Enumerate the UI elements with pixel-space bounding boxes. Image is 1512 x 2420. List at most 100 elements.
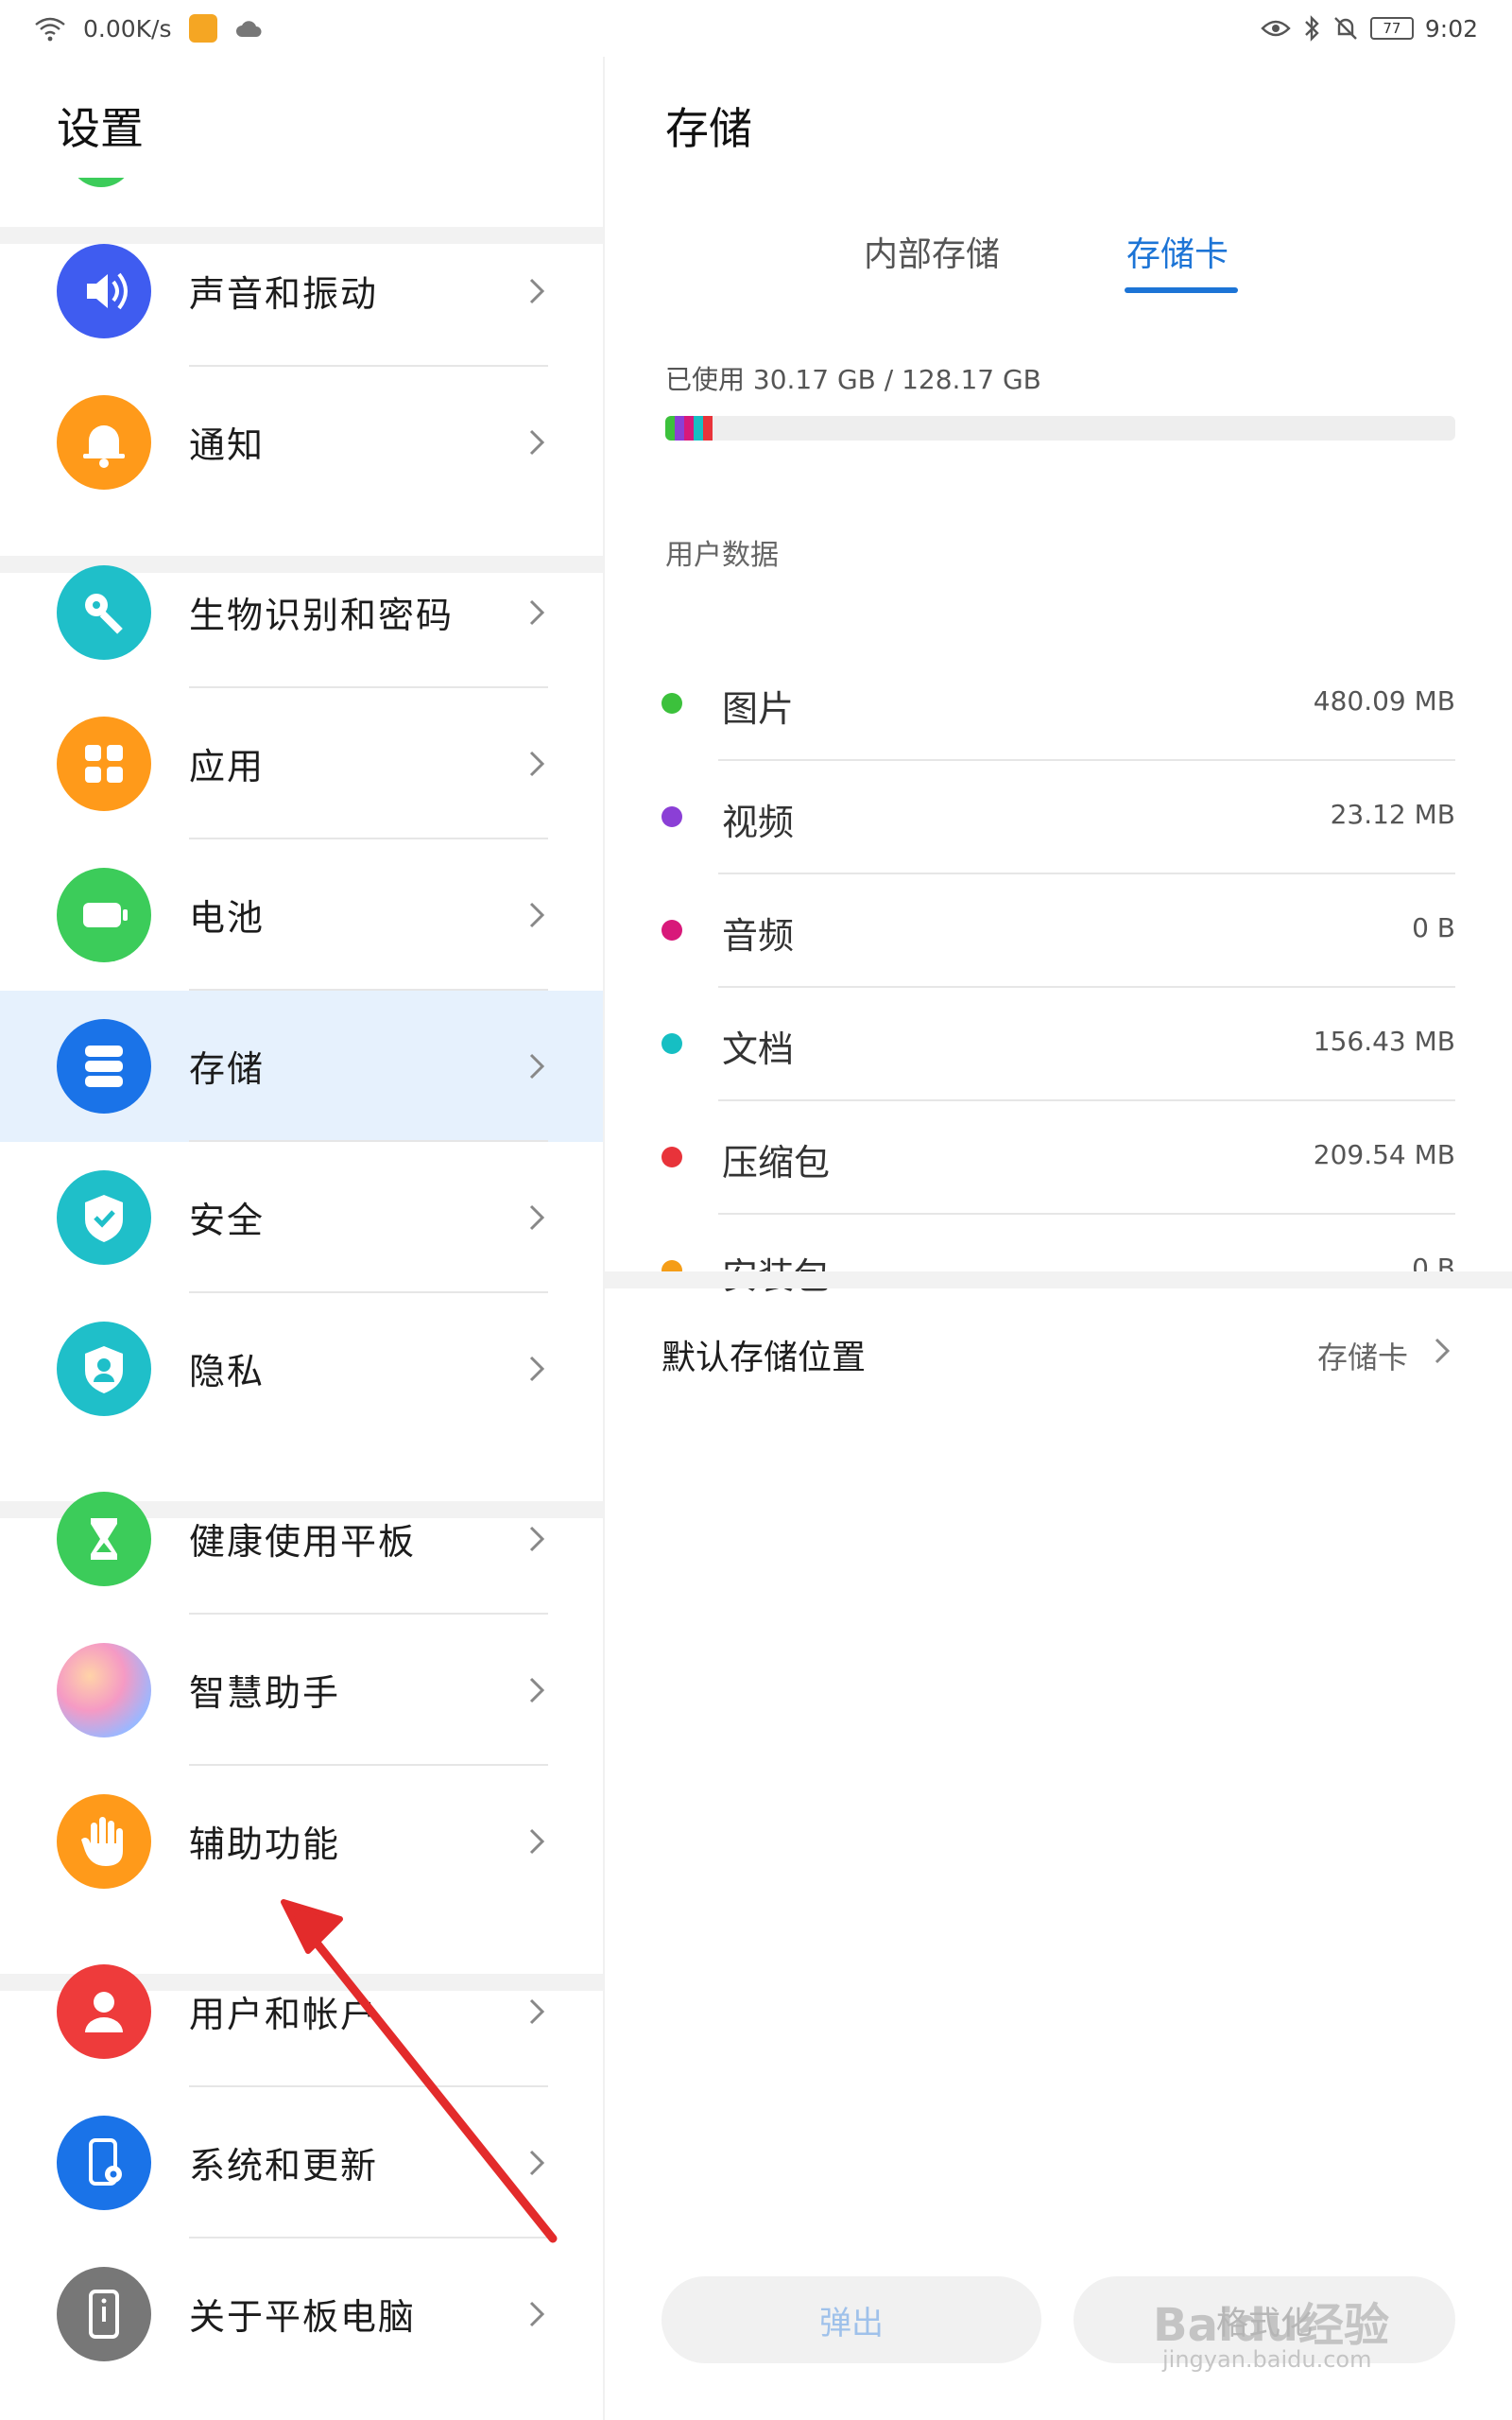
usage-bar-segment [665, 416, 675, 441]
settings-item-label: 应用 [189, 746, 266, 787]
settings-item-label: 安全 [189, 1200, 266, 1241]
chevron-right-icon [529, 599, 545, 626]
usage-bar-segment [684, 416, 694, 441]
partial-icon [68, 178, 134, 199]
settings-item-1[interactable]: 声音和振动 [0, 216, 603, 367]
page-title: 设置 [57, 103, 144, 154]
chevron-right-icon [529, 2301, 545, 2327]
network-speed: 0.00K/s [83, 14, 172, 43]
settings-item-label: 辅助功能 [189, 1824, 341, 1865]
default-location-label: 默认存储位置 [662, 1339, 867, 1377]
category-color-dot [662, 920, 682, 941]
settings-item-11[interactable]: 辅助功能 [0, 1766, 603, 1917]
storage-category-row[interactable]: 音频 0 B [605, 874, 1512, 988]
storage-usage-bar [665, 416, 1455, 441]
settings-item-10[interactable]: 智慧助手 [0, 1615, 603, 1766]
settings-item-label: 健康使用平板 [189, 1521, 417, 1563]
storage-category-row[interactable]: 视频 23.12 MB [605, 761, 1512, 874]
category-name: 压缩包 [722, 1142, 831, 1184]
storage-category-row[interactable]: 文档 156.43 MB [605, 988, 1512, 1101]
settings-item-2[interactable]: 通知 [0, 367, 603, 518]
settings-item-13[interactable]: 系统和更新 [0, 2087, 603, 2238]
storage-detail-pane: 存储 内部存储 存储卡 已使用 30.17 GB / 128.17 GB 用户数… [605, 57, 1512, 2420]
category-color-dot [662, 693, 682, 714]
settings-item-label: 存储 [189, 1048, 266, 1090]
battery-icon [57, 868, 151, 962]
category-size: 209.54 MB [1313, 1139, 1455, 1170]
settings-item-14[interactable]: 关于平板电脑 [0, 2238, 603, 2390]
category-color-dot [662, 1147, 682, 1167]
storage-category-row[interactable]: 压缩包 209.54 MB [605, 1101, 1512, 1215]
volume-icon [57, 244, 151, 338]
apps-grid-icon [57, 717, 151, 811]
category-size: 156.43 MB [1313, 1026, 1455, 1057]
category-size: 23.12 MB [1330, 799, 1455, 830]
app-notification-icon [188, 14, 217, 43]
phone-gear-icon [57, 2116, 151, 2210]
category-name: 视频 [722, 802, 795, 843]
category-name: 音频 [722, 915, 795, 957]
settings-item-label: 电池 [189, 897, 266, 939]
battery-indicator: 77 [1369, 17, 1414, 40]
default-location-value: 存储卡 [1316, 1340, 1408, 1375]
bell-icon [57, 395, 151, 490]
settings-item-label: 生物识别和密码 [189, 595, 455, 636]
chevron-right-icon [529, 278, 545, 304]
settings-item-label: 关于平板电脑 [189, 2296, 417, 2338]
settings-item-4[interactable]: 应用 [0, 688, 603, 839]
chevron-right-icon [529, 1053, 545, 1080]
chevron-right-icon [529, 1356, 545, 1382]
chevron-right-icon [529, 1526, 545, 1552]
settings-item-label: 通知 [189, 424, 266, 466]
section-header: 用户数据 [665, 539, 779, 572]
settings-item-label: 声音和振动 [189, 273, 379, 315]
chevron-right-icon [529, 2150, 545, 2176]
clock: 9:02 [1424, 14, 1478, 43]
settings-item-label: 系统和更新 [189, 2145, 379, 2187]
settings-list-pane: 设置 声音和振动通知生物识别和密码 应用电池存储安全隐私健康使用平板智慧助手辅助功… [0, 57, 603, 2420]
settings-item-label: 用户和帐户 [189, 1994, 379, 2035]
shield-check-icon [57, 1170, 151, 1265]
usage-bar-segment [694, 416, 703, 441]
bluetooth-icon [1305, 15, 1319, 42]
eject-button[interactable]: 弹出 [662, 2276, 1041, 2363]
settings-item-9[interactable]: 健康使用平板 [0, 1463, 603, 1615]
settings-item-5[interactable]: 电池 [0, 839, 603, 991]
usage-bar-segment [675, 416, 684, 441]
info-icon [57, 2267, 151, 2361]
hand-icon [57, 1794, 151, 1889]
category-name: 图片 [722, 688, 795, 730]
default-storage-location-row[interactable]: 默认存储位置 存储卡 [605, 1288, 1512, 1411]
watermark-logo: Baidu经验 [1153, 2299, 1389, 2352]
chevron-right-icon [529, 1828, 545, 1855]
active-tab-indicator [1125, 287, 1238, 293]
settings-item-3[interactable]: 生物识别和密码 [0, 537, 603, 688]
storage-icon [57, 1019, 151, 1114]
key-icon [57, 565, 151, 660]
settings-item-12[interactable]: 用户和帐户 [0, 1936, 603, 2087]
chevron-right-icon [529, 1998, 545, 2025]
settings-item-7[interactable]: 安全 [0, 1142, 603, 1293]
tab-internal-storage[interactable]: 内部存储 [864, 227, 1000, 276]
cloud-icon [235, 21, 262, 37]
category-name: 文档 [722, 1028, 795, 1070]
chevron-right-icon [529, 1204, 545, 1231]
eye-icon [1261, 20, 1291, 37]
used-space-text: 已使用 30.17 GB / 128.17 GB [665, 364, 1041, 395]
settings-item-8[interactable]: 隐私 [0, 1293, 603, 1444]
category-color-dot [662, 806, 682, 827]
chevron-right-icon [529, 1677, 545, 1703]
group-gap [605, 1271, 1512, 1288]
privacy-shield-icon [57, 1322, 151, 1416]
tab-sd-card[interactable]: 存储卡 [1126, 227, 1228, 276]
category-color-dot [662, 1033, 682, 1054]
chevron-right-icon [529, 751, 545, 777]
watermark-url: jingyan.baidu.com [1162, 2346, 1372, 2373]
settings-item-6[interactable]: 存储 [0, 991, 603, 1142]
chevron-right-icon [529, 902, 545, 928]
user-icon [57, 1964, 151, 2059]
mute-bell-icon [1334, 17, 1357, 40]
storage-category-row[interactable]: 图片 480.09 MB [605, 648, 1512, 761]
category-size: 480.09 MB [1313, 685, 1455, 717]
settings-item-label: 隐私 [189, 1351, 266, 1392]
